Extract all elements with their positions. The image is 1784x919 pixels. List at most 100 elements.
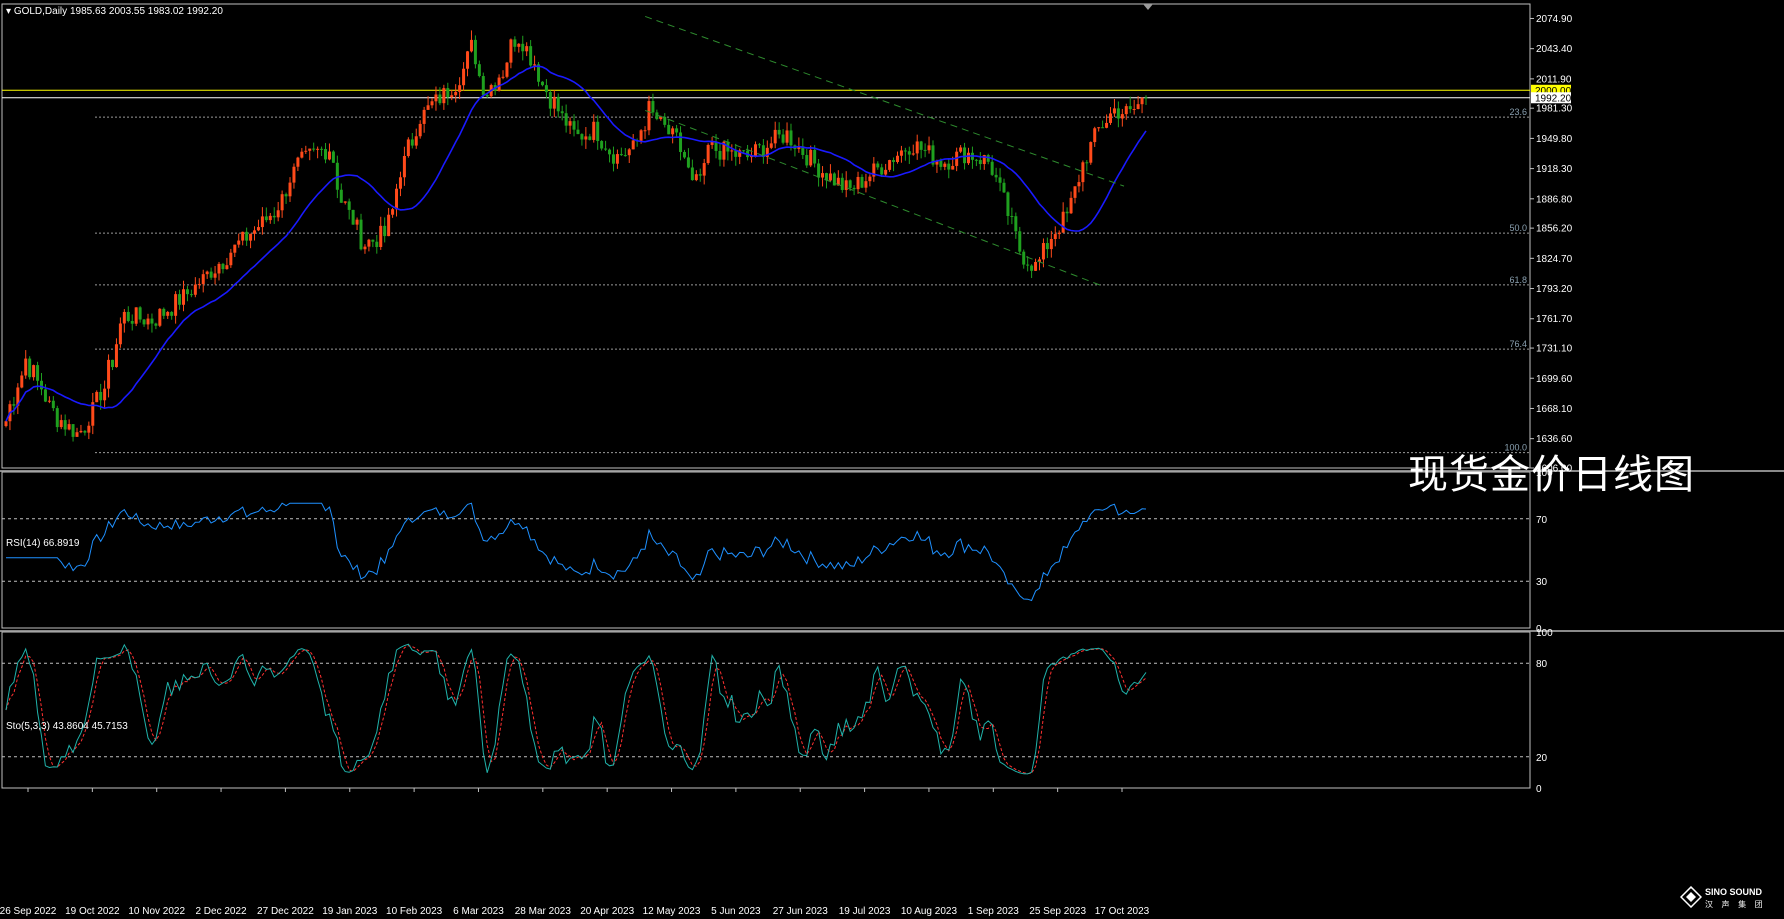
candle-body bbox=[1124, 106, 1128, 115]
candle-body bbox=[998, 177, 1002, 183]
candle-body bbox=[1097, 127, 1101, 129]
candle-body bbox=[813, 149, 817, 164]
candle-body bbox=[1112, 108, 1116, 114]
candle-body bbox=[963, 147, 967, 164]
y-tick-label: 1856.20 bbox=[1536, 224, 1573, 235]
candle-body bbox=[671, 128, 675, 135]
candle-body bbox=[434, 94, 438, 102]
x-tick-label: 26 Sep 2022 bbox=[0, 906, 57, 917]
stochastic-pane-frame bbox=[1, 631, 1531, 789]
indicator-tick-label: 30 bbox=[1536, 577, 1548, 588]
x-tick-label: 27 Dec 2022 bbox=[257, 906, 314, 917]
y-tick-label: 1668.10 bbox=[1536, 404, 1573, 415]
rsi-line bbox=[6, 502, 1147, 602]
symbol-label: ▾ GOLD,Daily 1985.63 2003.55 1983.02 199… bbox=[6, 6, 223, 17]
candle-body bbox=[753, 144, 757, 156]
candle-body bbox=[505, 62, 509, 77]
candle-body bbox=[79, 430, 83, 433]
stochastic-pane: 100 80 20 0 bbox=[1, 628, 1553, 795]
candle-body bbox=[525, 46, 529, 52]
x-tick-label: 25 Sep 2023 bbox=[1029, 906, 1086, 917]
candle-body bbox=[371, 239, 375, 242]
candle-body bbox=[304, 150, 308, 152]
candle-body bbox=[1045, 243, 1049, 250]
candle-body bbox=[59, 420, 63, 428]
candle-body bbox=[87, 425, 91, 433]
candle-body bbox=[55, 408, 59, 428]
candle-body bbox=[241, 231, 245, 241]
candle-body bbox=[848, 180, 852, 188]
candle-body bbox=[67, 424, 71, 430]
candle-body bbox=[560, 111, 564, 114]
candle-body bbox=[347, 201, 351, 210]
candle-body bbox=[1128, 106, 1132, 110]
candle-body bbox=[1002, 182, 1006, 193]
candle-body bbox=[237, 240, 241, 245]
candle-body bbox=[623, 155, 627, 157]
candle-body bbox=[1065, 211, 1069, 214]
candle-body bbox=[47, 400, 51, 402]
candle-body bbox=[907, 151, 911, 155]
candle-body bbox=[158, 308, 162, 326]
candle-body bbox=[201, 274, 205, 285]
candle-body bbox=[430, 101, 434, 106]
candle-body bbox=[189, 294, 193, 296]
candle-body bbox=[107, 359, 111, 389]
candle-body bbox=[331, 151, 335, 163]
candle-body bbox=[580, 134, 584, 140]
candle-body bbox=[974, 159, 978, 161]
candle-body bbox=[12, 404, 16, 406]
indicator-tick-label: 0 bbox=[1536, 784, 1542, 795]
candles bbox=[4, 30, 1148, 442]
candle-body bbox=[615, 154, 619, 164]
candle-body bbox=[1144, 97, 1148, 99]
candle-body bbox=[663, 116, 667, 125]
candle-body bbox=[118, 323, 122, 345]
candle-body bbox=[197, 284, 201, 286]
candle-body bbox=[639, 130, 643, 141]
candle-body bbox=[268, 215, 272, 221]
candle-body bbox=[1077, 182, 1081, 187]
candle-body bbox=[809, 149, 813, 166]
y-tick-label: 1731.10 bbox=[1536, 344, 1573, 355]
candle-body bbox=[320, 148, 324, 150]
candle-body bbox=[182, 289, 186, 305]
candle-body bbox=[454, 91, 458, 96]
candle-body bbox=[501, 76, 505, 78]
candle-body bbox=[185, 289, 189, 295]
candle-body bbox=[154, 323, 158, 326]
candle-body bbox=[221, 263, 225, 270]
candle-body bbox=[852, 187, 856, 190]
candle-body bbox=[36, 365, 40, 381]
indicator-tick-label: 20 bbox=[1536, 753, 1548, 764]
y-tick-label: 1981.30 bbox=[1536, 104, 1573, 115]
candle-body bbox=[856, 176, 860, 190]
candle-body bbox=[651, 101, 655, 113]
candle-body bbox=[694, 174, 698, 181]
x-tick-label: 10 Nov 2022 bbox=[128, 906, 185, 917]
candle-body bbox=[1108, 113, 1112, 123]
chart-overlay-title: 现货金价日线图 bbox=[1408, 452, 1695, 498]
candle-body bbox=[592, 121, 596, 140]
candle-body bbox=[647, 101, 651, 131]
candle-body bbox=[481, 76, 485, 95]
candle-body bbox=[1081, 162, 1085, 183]
candle-body bbox=[351, 209, 355, 225]
candle-body bbox=[95, 391, 99, 403]
trend-channel-upper bbox=[645, 15, 1125, 187]
x-tick-label: 27 Jun 2023 bbox=[773, 906, 828, 917]
candle-body bbox=[1120, 114, 1124, 119]
candle-body bbox=[43, 389, 47, 402]
candle-body bbox=[888, 160, 892, 170]
candle-body bbox=[943, 163, 947, 167]
y-tick-label: 1918.30 bbox=[1536, 164, 1573, 175]
candle-body bbox=[83, 430, 87, 433]
candle-body bbox=[1010, 216, 1014, 218]
candle-body bbox=[174, 294, 178, 316]
collapse-triangle-icon[interactable]: ▾ bbox=[6, 6, 11, 17]
candle-body bbox=[32, 365, 36, 378]
candle-body bbox=[4, 421, 8, 427]
candle-body bbox=[533, 64, 537, 66]
candle-body bbox=[604, 148, 608, 150]
candle-body bbox=[466, 51, 470, 69]
